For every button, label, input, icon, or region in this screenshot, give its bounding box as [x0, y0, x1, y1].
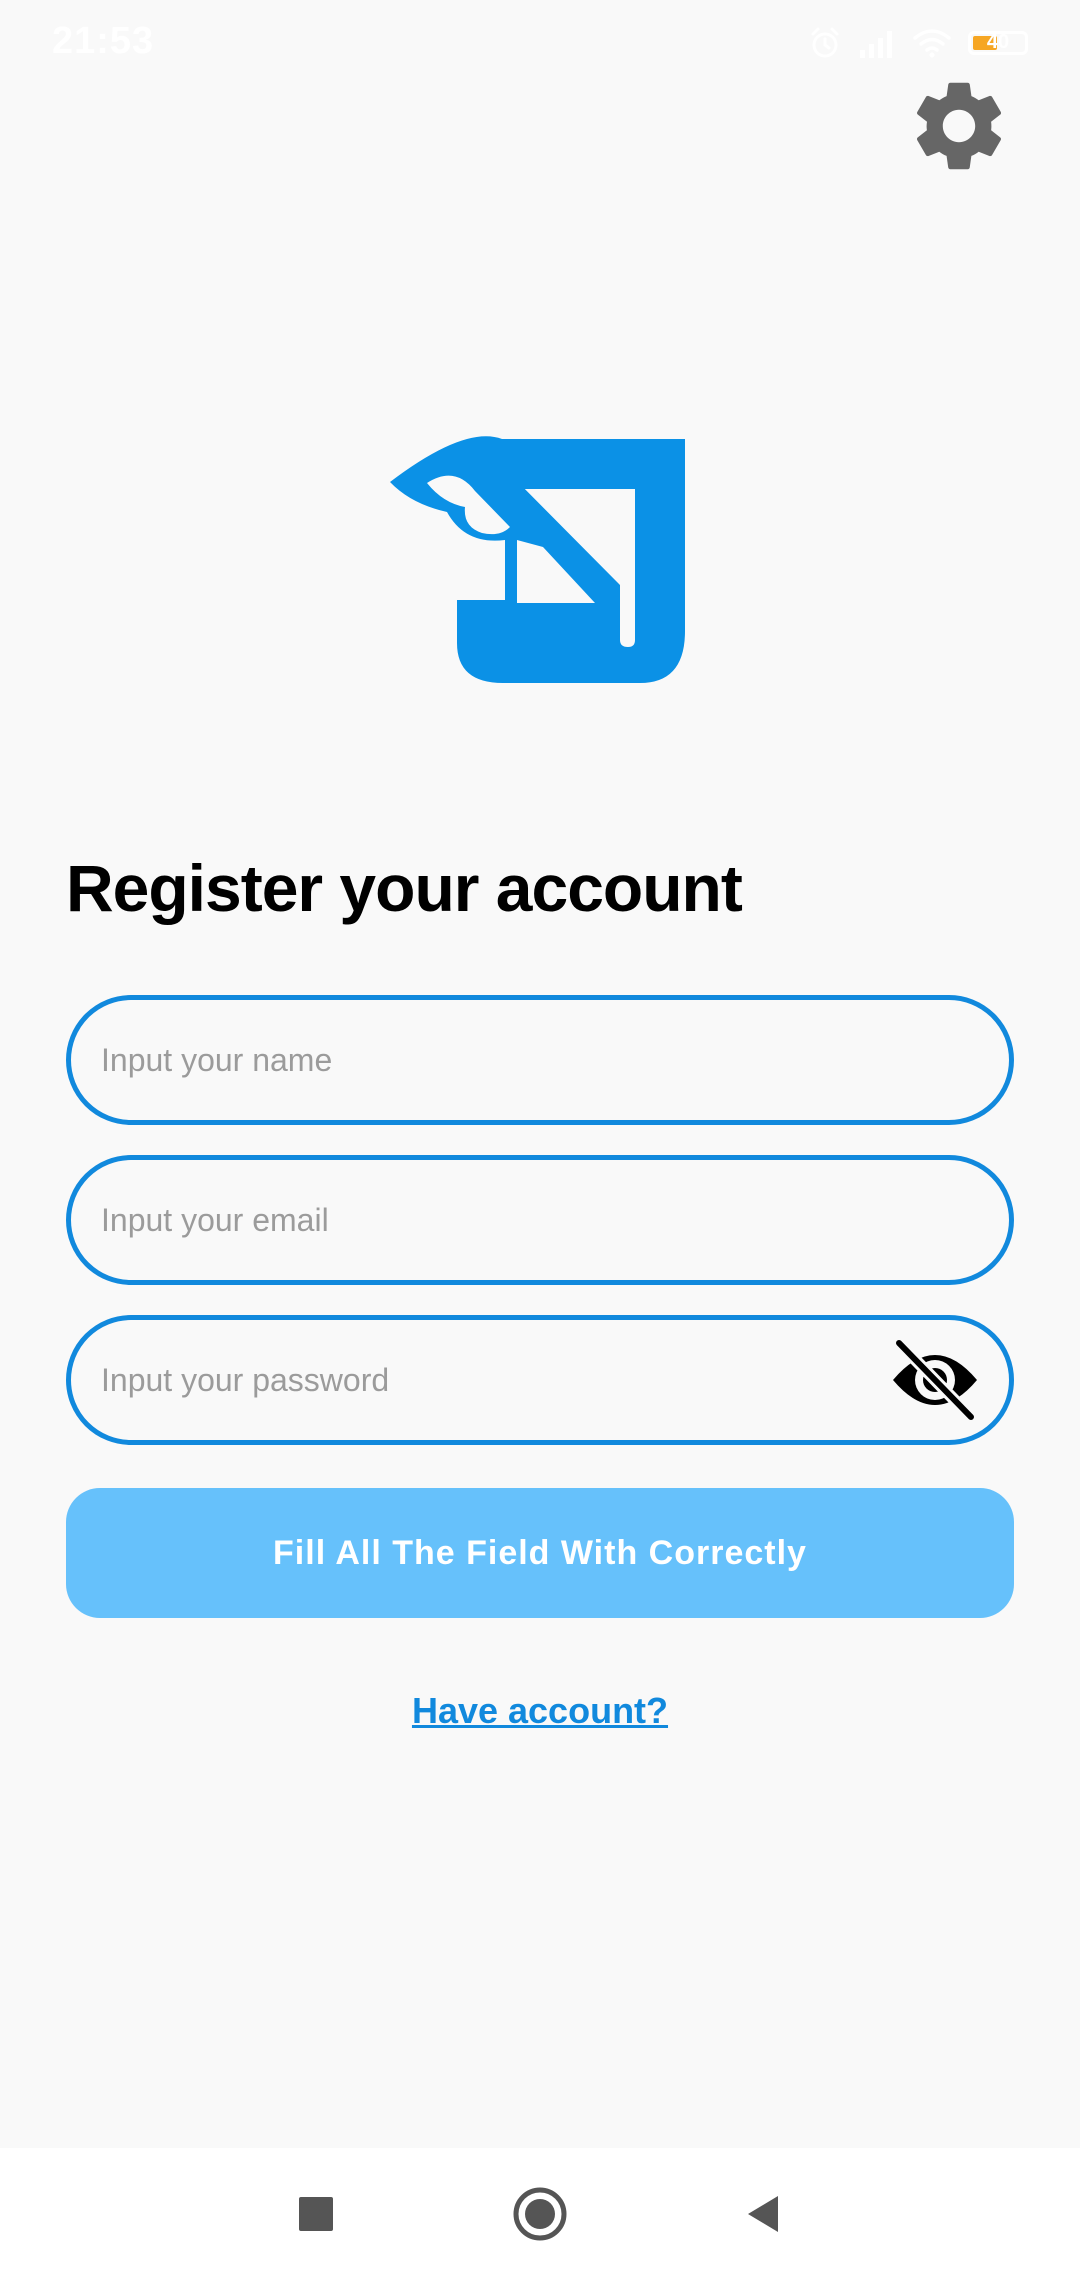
- recents-button[interactable]: [286, 2184, 346, 2244]
- gear-icon: [916, 82, 1002, 170]
- email-input[interactable]: [66, 1155, 1014, 1285]
- password-input[interactable]: [66, 1315, 1014, 1445]
- have-account-container: Have account?: [0, 1690, 1080, 1732]
- app-logo: [385, 435, 685, 685]
- name-input[interactable]: [66, 995, 1014, 1125]
- status-time: 21:53: [52, 20, 155, 62]
- home-button[interactable]: [510, 2184, 570, 2244]
- navigation-bar: [0, 2148, 1080, 2280]
- square-icon: [299, 2197, 333, 2231]
- wifi-icon: [913, 29, 951, 58]
- back-triangle-icon: [748, 2196, 778, 2232]
- status-icons: 40: [808, 26, 1028, 60]
- back-button[interactable]: [734, 2184, 794, 2244]
- battery-level: 40: [986, 31, 1010, 53]
- alarm-icon: [811, 27, 839, 58]
- app-logo-icon: [390, 436, 685, 683]
- circle-icon: [513, 2187, 567, 2241]
- eye-off-icon: [893, 1337, 977, 1423]
- submit-button[interactable]: Fill All The Field With Correctly: [66, 1488, 1014, 1618]
- have-account-link[interactable]: Have account?: [412, 1690, 668, 1731]
- signal-icon: [860, 31, 892, 58]
- password-visibility-toggle[interactable]: [885, 1335, 985, 1425]
- battery-icon: 40: [968, 31, 1028, 55]
- settings-button[interactable]: [905, 72, 1013, 180]
- page-title: Register your account: [66, 851, 743, 925]
